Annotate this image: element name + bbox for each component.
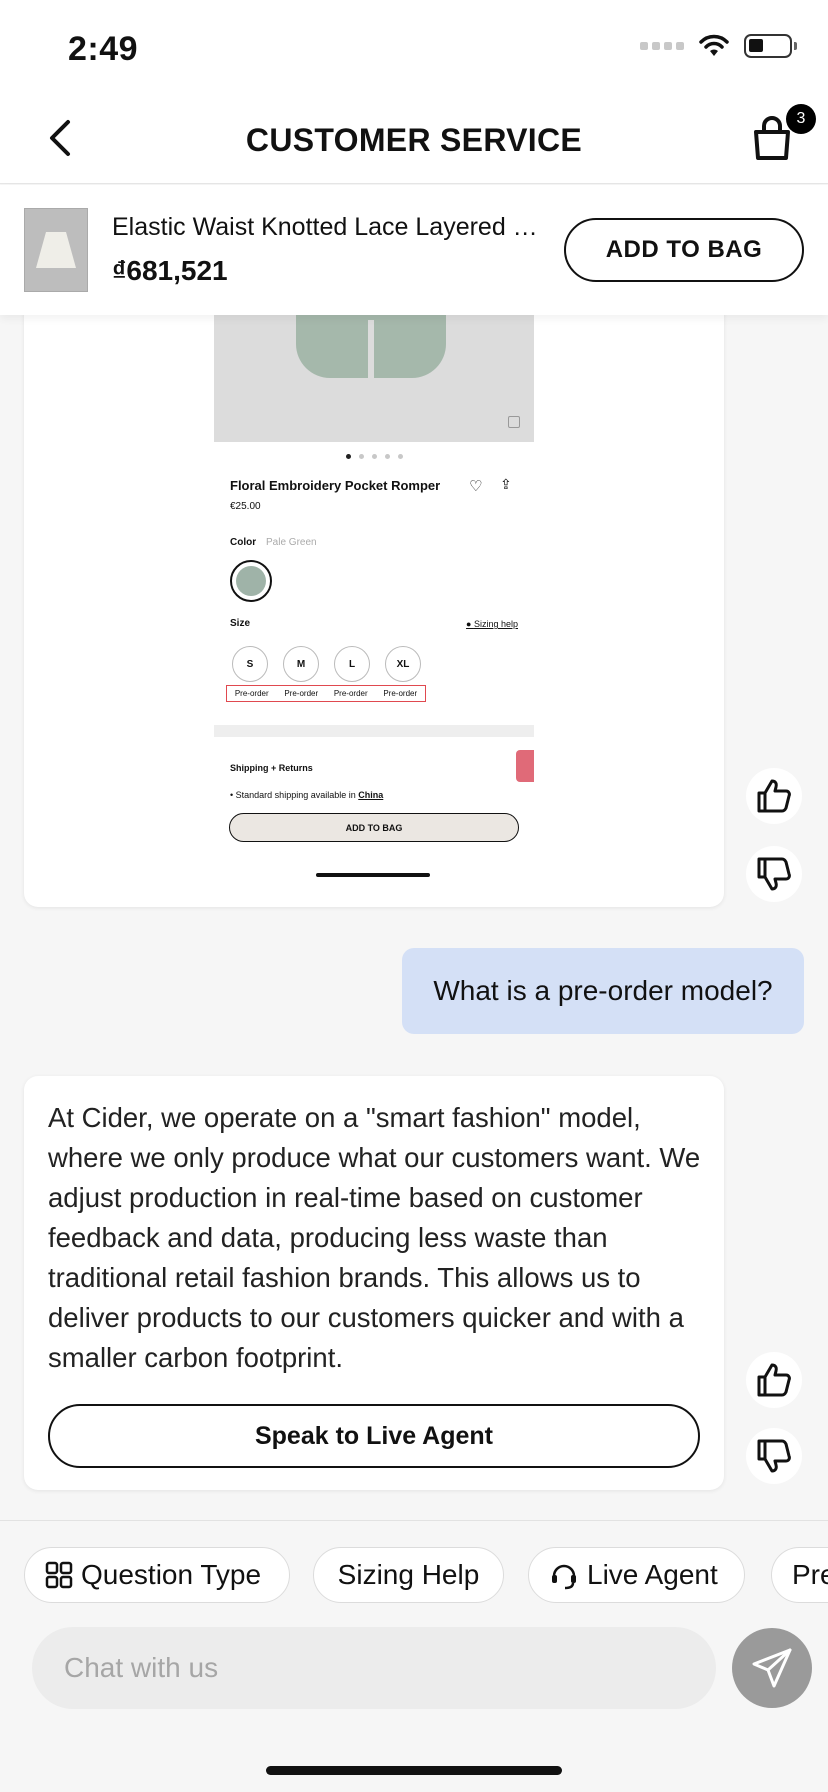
carousel-dots: [214, 454, 534, 459]
user-message: What is a pre-order model?: [402, 948, 804, 1034]
chat-input[interactable]: [32, 1627, 716, 1709]
home-indicator: [266, 1766, 562, 1775]
color-label: Color: [230, 537, 257, 548]
product-name[interactable]: Elastic Waist Knotted Lace Layered Skirt: [112, 213, 542, 242]
shared-screenshot-card: Floral Embroidery Pocket Romper ♡ ⇪ €25.…: [24, 290, 724, 907]
thumbs-down-icon: [757, 1439, 791, 1473]
size-option: S: [232, 646, 268, 682]
color-value: Pale Green: [266, 537, 317, 548]
screenshot-price: €25.00: [230, 501, 261, 512]
status-time: 2:49: [68, 30, 139, 68]
size-option: L: [334, 646, 370, 682]
divider: [214, 725, 534, 737]
shipping-text: • Standard shipping available in China: [230, 790, 384, 800]
add-to-bag-button[interactable]: ADD TO BAG: [564, 218, 804, 282]
product-price: ₫681,521: [112, 255, 228, 286]
thumbs-up-button[interactable]: [746, 768, 802, 824]
thumbs-up-button[interactable]: [746, 1352, 802, 1408]
chip-sizing-help[interactable]: Sizing Help: [313, 1547, 504, 1603]
size-option: M: [283, 646, 319, 682]
preorder-label: Pre-order: [383, 689, 418, 698]
chip-label: Sizing Help: [337, 1559, 480, 1590]
bot-message: At Cider, we operate on a "smart fashion…: [24, 1076, 724, 1490]
grid-icon: [45, 1561, 73, 1589]
sizing-help-link: ● Sizing help: [466, 619, 518, 629]
shopping-bag-button[interactable]: 3: [746, 104, 816, 164]
color-swatch: [230, 560, 272, 602]
size-label: Size: [230, 618, 251, 629]
thumbs-up-icon: [757, 1363, 791, 1397]
preorder-label: Pre-order: [333, 689, 368, 698]
expand-icon: [508, 416, 520, 428]
battery-icon: [744, 34, 797, 58]
send-icon: [752, 1648, 792, 1688]
screenshot-product-title: Floral Embroidery Pocket Romper: [230, 478, 441, 493]
preorder-label: Pre-order: [234, 689, 269, 698]
thumbs-down-icon: [757, 857, 791, 891]
shipping-title: Shipping + Returns: [230, 763, 313, 773]
bag-count-badge: 3: [786, 104, 816, 134]
chip-pre[interactable]: Pre: [771, 1547, 828, 1603]
chip-label: Pre: [792, 1559, 828, 1590]
quick-reply-bar: Question Type Sizing Help Live Agent Pre: [0, 1520, 828, 1792]
headset-icon: [552, 1564, 576, 1590]
screenshot-add-to-bag: ADD TO BAG: [229, 813, 519, 842]
product-bar: Elastic Waist Knotted Lace Layered Skirt…: [0, 185, 828, 315]
speak-to-live-agent-button[interactable]: Speak to Live Agent: [48, 1404, 700, 1468]
cellular-signal-icon: [640, 42, 684, 50]
size-options: S M L XL: [232, 646, 421, 682]
send-button[interactable]: [732, 1628, 812, 1708]
preorder-highlight: Pre-order Pre-order Pre-order Pre-order: [226, 685, 426, 702]
share-icon: ⇪: [500, 476, 512, 492]
chip-label: Live Agent: [587, 1559, 718, 1590]
size-option: XL: [385, 646, 421, 682]
header: CUSTOMER SERVICE 3: [0, 92, 828, 184]
preorder-label: Pre-order: [284, 689, 319, 698]
thumbs-down-button[interactable]: [746, 846, 802, 902]
thumbs-down-button[interactable]: [746, 1428, 802, 1484]
chip-label: Question Type: [81, 1559, 262, 1590]
status-icons: [640, 34, 797, 58]
bot-message-text: At Cider, we operate on a "smart fashion…: [48, 1102, 701, 1373]
promo-tag: [516, 750, 534, 782]
wifi-icon: [699, 34, 729, 56]
heart-icon: ♡: [469, 478, 483, 495]
screenshot-home-indicator: [316, 873, 430, 877]
chip-question-type[interactable]: Question Type: [24, 1547, 290, 1603]
thumbs-up-icon: [757, 779, 791, 813]
status-bar: 2:49: [0, 0, 828, 92]
product-thumbnail[interactable]: [24, 208, 88, 292]
page-title: CUSTOMER SERVICE: [245, 122, 583, 158]
chip-live-agent[interactable]: Live Agent: [528, 1547, 745, 1603]
product-screenshot[interactable]: Floral Embroidery Pocket Romper ♡ ⇪ €25.…: [214, 290, 534, 890]
